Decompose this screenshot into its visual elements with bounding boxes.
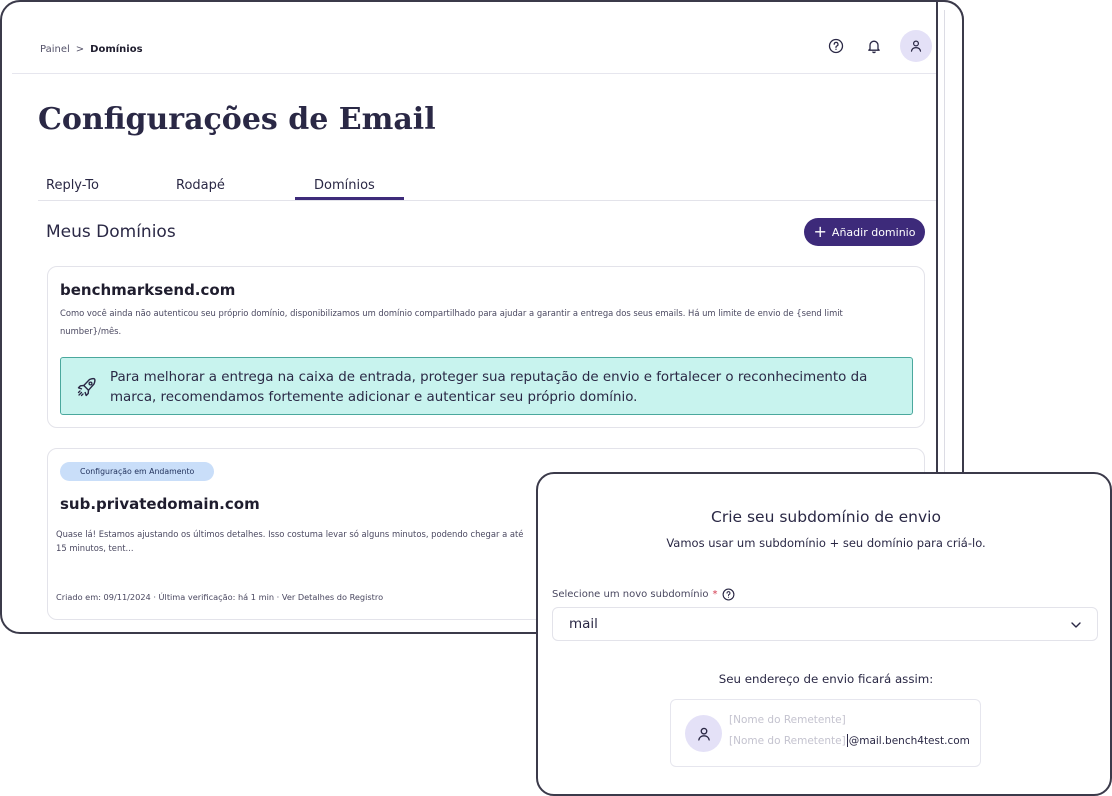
user-icon bbox=[910, 40, 922, 52]
info-message: Para melhorar a entrega na caixa de entr… bbox=[110, 370, 868, 405]
domain-name: benchmarksend.com bbox=[60, 281, 236, 299]
sender-local-placeholder: [Nome do Remetente] bbox=[729, 734, 846, 747]
tab-reply-to[interactable]: Reply-To bbox=[46, 178, 99, 193]
subdomain-modal: Crie seu subdomínio de envio Vamos usar … bbox=[536, 472, 1112, 796]
help-circle-icon[interactable] bbox=[722, 588, 735, 601]
field-label-text: Selecione um novo subdomínio bbox=[552, 589, 709, 600]
sender-preview-card: [Nome do Remetente] [Nome do Remetente] … bbox=[670, 699, 981, 767]
plus-icon: + bbox=[813, 222, 827, 241]
domain-description: Como você ainda não autenticou seu própr… bbox=[60, 308, 843, 336]
section-title: Meus Domínios bbox=[46, 222, 176, 242]
notifications-button[interactable] bbox=[862, 34, 886, 58]
top-icons bbox=[824, 30, 932, 62]
avatar bbox=[685, 715, 722, 752]
domain-description: Quase lá! Estamos ajustando os últimos d… bbox=[56, 529, 524, 553]
sender-domain: @mail.bench4test.com bbox=[848, 734, 970, 747]
sender-address: [Nome do Remetente] @mail.bench4test.com bbox=[729, 734, 970, 747]
subdomain-field-label: Selecione um novo subdomínio * bbox=[552, 588, 735, 601]
modal-subtitle: Vamos usar um subdomínio + seu domínio p… bbox=[666, 536, 986, 550]
subdomain-select[interactable]: mail bbox=[552, 607, 1098, 641]
domain-card-shared: benchmarksend.com Como você ainda não au… bbox=[47, 266, 925, 428]
tab-rodape[interactable]: Rodapé bbox=[176, 178, 225, 193]
modal-title: Crie seu subdomínio de envio bbox=[711, 508, 941, 526]
tab-dominios[interactable]: Domínios bbox=[314, 178, 375, 193]
subdomain-selected-value: mail bbox=[569, 616, 598, 632]
user-icon bbox=[697, 727, 710, 741]
text-caret bbox=[846, 734, 848, 747]
help-circle-icon bbox=[828, 38, 844, 54]
breadcrumb-current: Domínios bbox=[90, 44, 143, 55]
add-domain-label: Añadir dominio bbox=[831, 225, 916, 239]
status-badge: Configuração em Andamento bbox=[60, 462, 215, 481]
rocket-icon bbox=[77, 377, 96, 397]
breadcrumb-parent[interactable]: Painel bbox=[40, 44, 70, 55]
sender-name-placeholder: [Nome do Remetente] bbox=[729, 714, 846, 726]
bell-icon bbox=[868, 40, 880, 54]
top-bar: Painel > Domínios bbox=[12, 26, 956, 74]
page-title: Configurações de Email bbox=[38, 102, 436, 137]
breadcrumb-separator: > bbox=[75, 44, 85, 55]
chevron-down-icon bbox=[1071, 622, 1081, 628]
domain-meta[interactable]: Criado em: 09/11/2024 · Última verificaç… bbox=[56, 592, 383, 602]
active-tab-indicator bbox=[295, 197, 404, 200]
required-mark: * bbox=[712, 589, 718, 600]
tabs: Reply-To Rodapé Domínios bbox=[38, 176, 948, 201]
add-domain-button[interactable]: + Añadir dominio bbox=[804, 218, 925, 246]
user-avatar-button[interactable] bbox=[900, 30, 932, 62]
domain-name: sub.privatedomain.com bbox=[60, 495, 260, 513]
help-button[interactable] bbox=[824, 34, 848, 58]
info-banner: Para melhorar a entrega na caixa de entr… bbox=[60, 357, 913, 415]
preview-label: Seu endereço de envio ficará assim: bbox=[718, 672, 934, 686]
breadcrumb: Painel > Domínios bbox=[40, 44, 143, 55]
